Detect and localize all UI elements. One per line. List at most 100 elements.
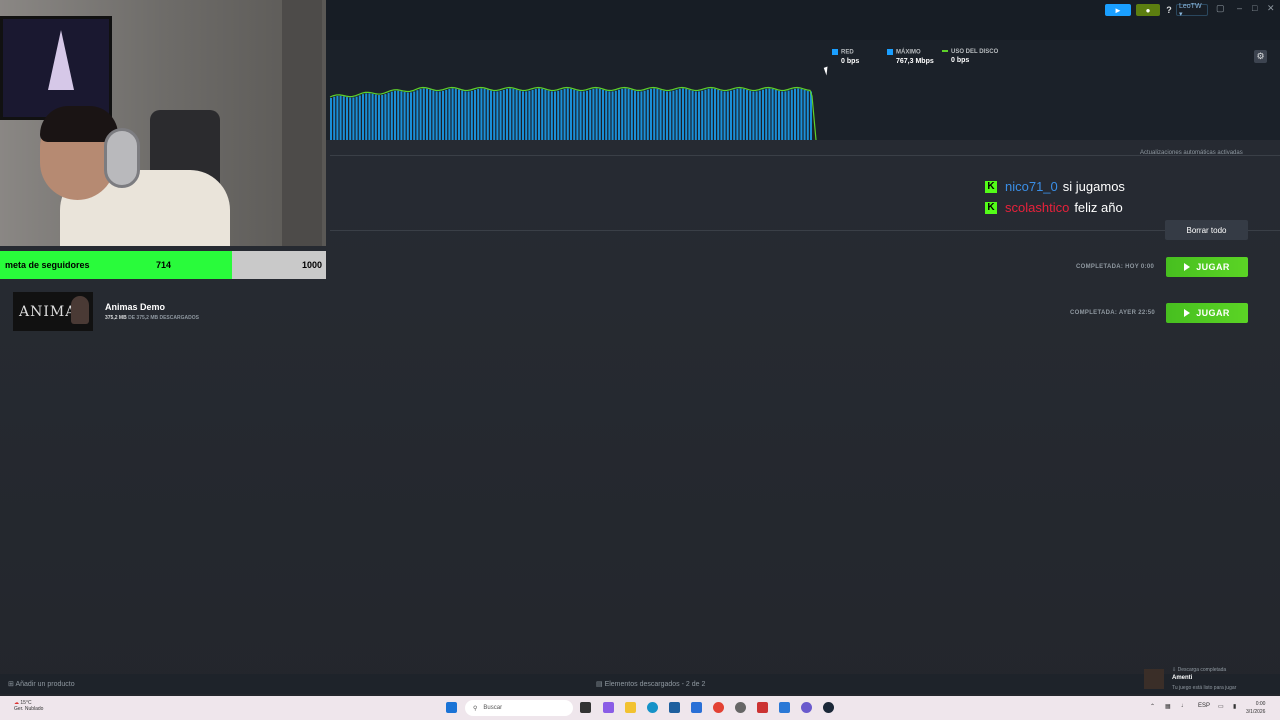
game-thumbnail[interactable]: ANIMAS: [13, 292, 93, 331]
throughput-bar: [384, 94, 387, 140]
disk-swatch-icon: [942, 50, 948, 53]
throughput-bar: [566, 88, 569, 140]
add-product-button[interactable]: ⊞ Añadir un producto: [8, 680, 75, 688]
throughput-bar: [634, 90, 636, 140]
throughput-bar: [614, 90, 617, 140]
throughput-bar: [659, 89, 662, 140]
play-button[interactable]: JUGAR: [1166, 257, 1248, 277]
throughput-bar: [688, 89, 691, 140]
throughput-bar: [365, 93, 368, 140]
peak-swatch-icon: [887, 49, 893, 55]
game-title[interactable]: Animas Demo: [105, 302, 165, 312]
throughput-bar: [518, 90, 521, 140]
throughput-bar: [403, 92, 406, 140]
settings-icon[interactable]: [735, 702, 746, 713]
file-explorer-icon[interactable]: [625, 702, 636, 713]
kick-icon: K: [985, 201, 997, 214]
steam-icon[interactable]: [823, 702, 834, 713]
throughput-bar: [330, 98, 332, 140]
toast-title: ⇩ Descarga completada: [1172, 667, 1227, 673]
throughput-bar: [474, 89, 476, 140]
kick-icon: K: [985, 180, 997, 193]
throughput-bar: [512, 88, 515, 140]
throughput-bar: [608, 91, 611, 140]
throughput-bar: [758, 90, 761, 140]
divider: [330, 230, 1280, 231]
throughput-bar: [336, 95, 339, 140]
throughput-bar: [550, 91, 553, 140]
battery-icon[interactable]: ▮: [1233, 703, 1236, 710]
throughput-bar: [374, 94, 377, 140]
clear-all-button[interactable]: Borrar todo: [1165, 220, 1248, 240]
throughput-bar: [429, 89, 432, 140]
divider: [330, 155, 1280, 156]
copilot-icon[interactable]: [603, 702, 614, 713]
throughput-bar: [643, 90, 646, 140]
throughput-bar: [477, 88, 480, 140]
throughput-bar: [640, 91, 643, 140]
store-icon[interactable]: [669, 702, 680, 713]
throughput-bar: [339, 95, 342, 140]
throughput-bar: [704, 89, 707, 140]
app-icon-2[interactable]: [757, 702, 768, 713]
chrome-icon[interactable]: [713, 702, 724, 713]
throughput-bar: [445, 89, 448, 140]
throughput-bar: [544, 89, 547, 140]
throughput-bar: [602, 89, 604, 140]
monitor-icon[interactable]: ▢: [1216, 3, 1225, 14]
throughput-bar: [573, 89, 576, 140]
maximize-icon[interactable]: □: [1252, 3, 1257, 13]
play-button[interactable]: JUGAR: [1166, 303, 1248, 323]
volume-icon[interactable]: ♩: [1181, 703, 1187, 709]
download-size: 375,2 MB DE 375,2 MB DESCARGADOS: [105, 315, 199, 321]
play-icon: [1184, 263, 1191, 271]
network-icon[interactable]: ▦: [1165, 703, 1171, 710]
throughput-bar: [525, 91, 528, 140]
throughput-bar: [675, 89, 678, 140]
throughput-bar: [739, 88, 742, 140]
network-value: 0 bps: [841, 57, 860, 65]
clock[interactable]: 0:00 3/1/2026: [1246, 700, 1265, 716]
download-complete-toast[interactable]: ⇩ Descarga completada Amenti Tu juego es…: [1140, 666, 1280, 694]
help-icon[interactable]: ?: [1164, 4, 1174, 16]
game-icon: [1144, 669, 1164, 689]
megaphone-icon[interactable]: ►: [1105, 4, 1131, 16]
close-icon[interactable]: ✕: [1267, 3, 1275, 14]
throughput-bar: [451, 88, 454, 140]
throughput-bar: [637, 91, 640, 140]
weather-widget[interactable]: ☁ 15°C Ger. Nublado: [14, 700, 43, 712]
chevron-up-icon[interactable]: ⌃: [1150, 703, 1155, 710]
gear-icon[interactable]: ⚙: [1254, 50, 1267, 63]
throughput-bar: [506, 88, 508, 140]
throughput-bar: [666, 91, 668, 140]
throughput-bar: [784, 91, 787, 140]
throughput-bar: [387, 92, 390, 140]
throughput-bar: [406, 92, 409, 140]
edge-icon[interactable]: [647, 702, 658, 713]
task-view-icon[interactable]: [580, 702, 591, 713]
follower-goal-bar: meta de seguidores 714 1000: [0, 251, 326, 279]
windows-start-icon[interactable]: [446, 702, 457, 713]
auto-updates-status[interactable]: Actualizaciones automáticas activadas: [1140, 150, 1243, 156]
throughput-bar: [730, 90, 732, 140]
throughput-bar: [342, 96, 345, 140]
app-icon-3[interactable]: [779, 702, 790, 713]
throughput-bar: [333, 96, 336, 140]
throughput-bar: [368, 93, 371, 140]
app-icon[interactable]: [691, 702, 702, 713]
throughput-bar: [595, 88, 598, 140]
language-indicator[interactable]: ESP: [1198, 703, 1210, 709]
throughput-bar: [701, 90, 704, 140]
throughput-bar: [746, 89, 748, 140]
throughput-bar: [624, 88, 627, 140]
downloads-count[interactable]: ▤ Elementos descargados - 2 de 2: [596, 680, 705, 688]
bell-icon[interactable]: ●: [1136, 4, 1160, 16]
minimize-icon[interactable]: –: [1237, 3, 1242, 13]
throughput-bar: [678, 88, 681, 140]
user-menu-button[interactable]: LeoTW ▾: [1176, 3, 1208, 18]
taskbar-search[interactable]: ⚲ Buscar: [465, 700, 573, 716]
throughput-bar: [419, 89, 422, 140]
throughput-bar: [653, 88, 656, 140]
tray-icon[interactable]: ▭: [1218, 703, 1224, 710]
discord-icon[interactable]: [801, 702, 812, 713]
